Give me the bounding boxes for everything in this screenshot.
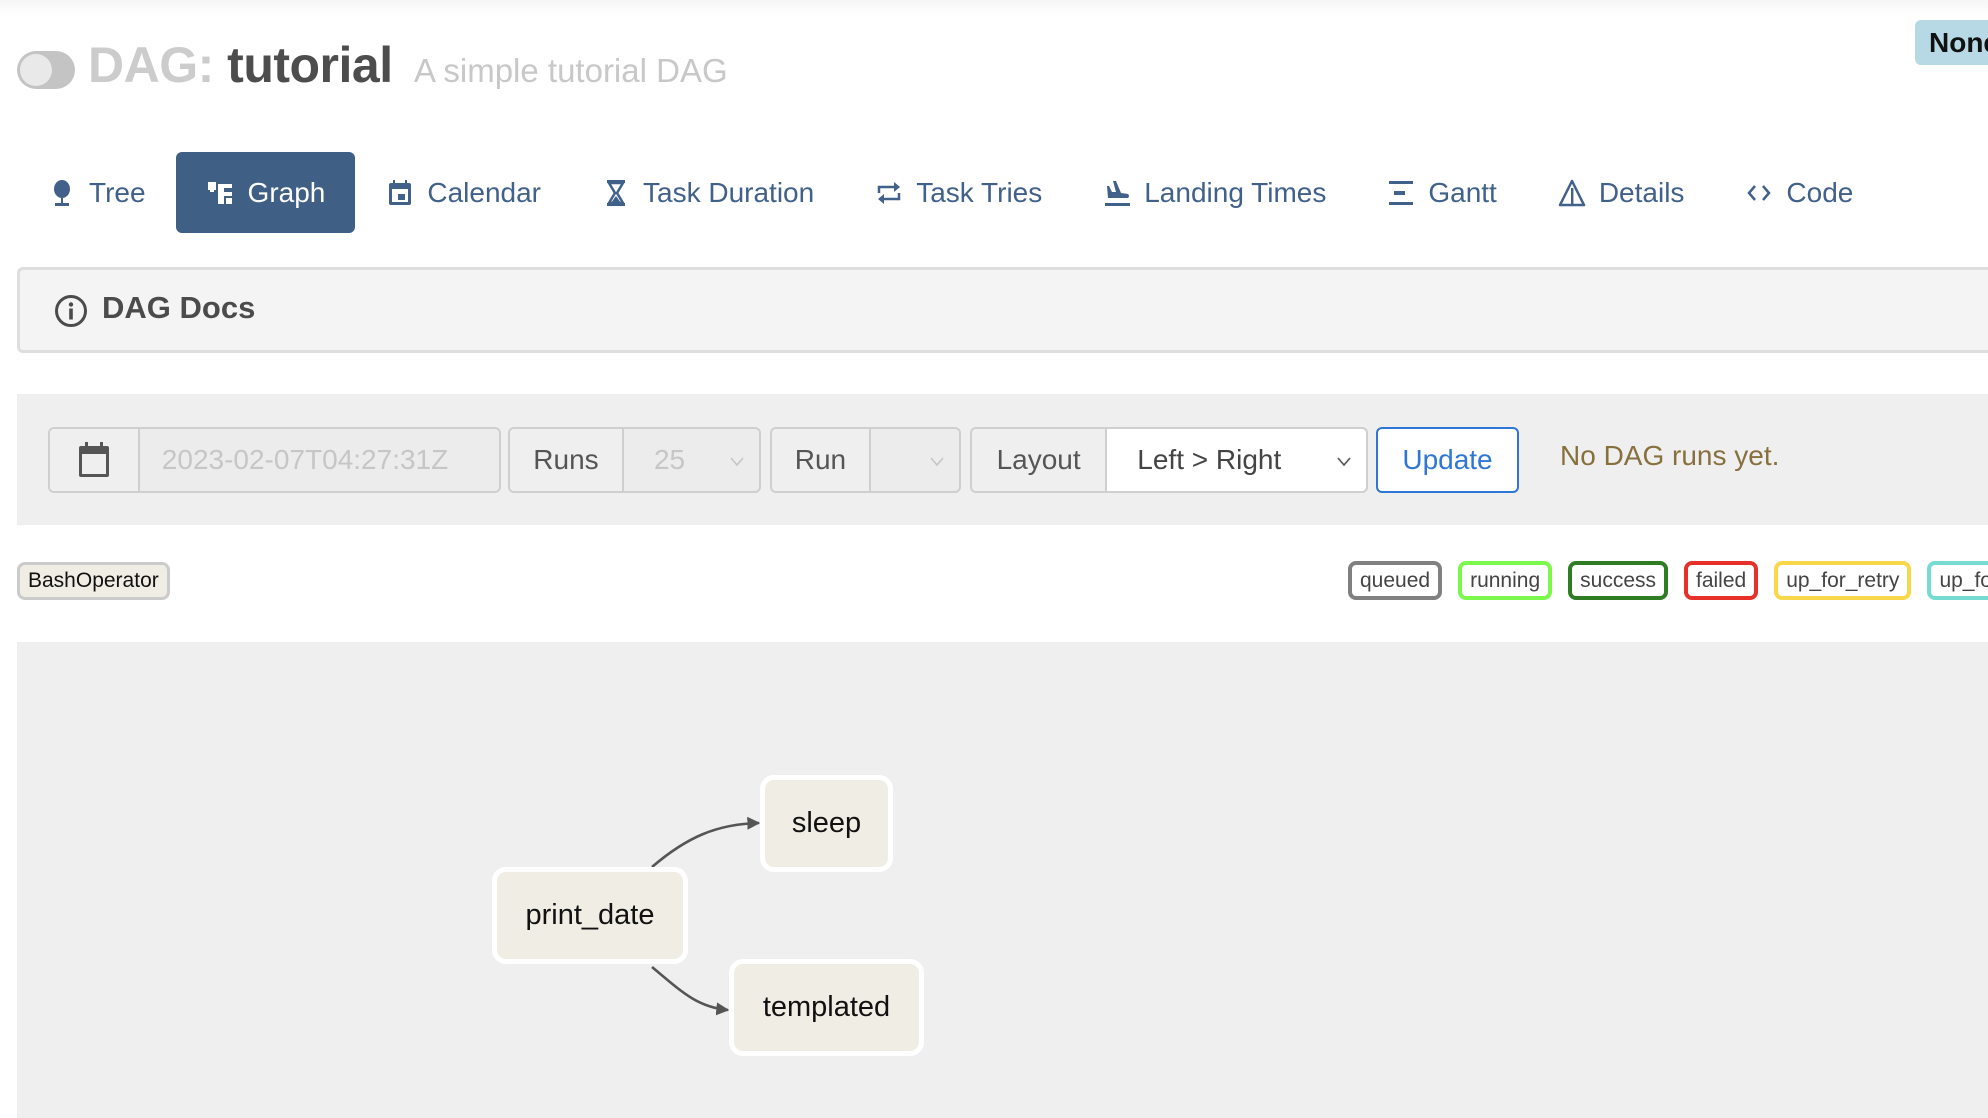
state-legend-item[interactable]: up_for_retry bbox=[1774, 561, 1912, 600]
page-title: DAG: tutorial A simple tutorial DAG bbox=[88, 36, 728, 94]
top-shadow bbox=[0, 0, 1988, 16]
dag-description: A simple tutorial DAG bbox=[414, 52, 728, 89]
schedule-badge: None bbox=[1915, 20, 1988, 65]
calendar-icon bbox=[78, 442, 109, 477]
layout-value: Left > Right bbox=[1137, 444, 1282, 475]
dag-pause-toggle[interactable] bbox=[17, 51, 75, 89]
state-legend-item[interactable]: running bbox=[1458, 561, 1553, 600]
retry-icon bbox=[874, 178, 904, 208]
graph-edges bbox=[651, 816, 761, 1016]
runs-group: Runs 25 bbox=[508, 427, 761, 493]
status-message: No DAG runs yet. bbox=[1560, 440, 1780, 471]
code-icon bbox=[1744, 178, 1774, 208]
state-legend-item[interactable]: failed bbox=[1684, 561, 1759, 600]
tab-task-tries[interactable]: Task Tries bbox=[844, 152, 1072, 233]
tab-calendar[interactable]: Calendar bbox=[355, 152, 571, 233]
update-button[interactable]: Update bbox=[1376, 427, 1519, 493]
layout-select[interactable]: Left > Right bbox=[1107, 429, 1366, 491]
info-icon bbox=[55, 295, 87, 327]
graph-icon bbox=[206, 178, 236, 208]
layout-group: Layout Left > Right bbox=[970, 427, 1368, 493]
toggle-knob bbox=[20, 54, 52, 86]
calendar-icon bbox=[385, 178, 415, 208]
tab-label: Gantt bbox=[1428, 176, 1497, 208]
run-label: Run bbox=[772, 429, 871, 491]
runs-label: Runs bbox=[510, 429, 624, 491]
chevron-down-icon bbox=[730, 457, 744, 467]
tab-landing-times[interactable]: Landing Times bbox=[1072, 152, 1356, 233]
tab-gantt[interactable]: Gantt bbox=[1356, 152, 1526, 233]
runs-value: 25 bbox=[653, 444, 686, 475]
runs-select[interactable]: 25 bbox=[624, 429, 759, 491]
tab-graph[interactable]: Graph bbox=[175, 152, 356, 233]
plane-landing-icon bbox=[1102, 178, 1132, 208]
edge-print_date-templated bbox=[651, 966, 730, 1016]
base-date-group: 2023-02-07T04:27:31Z bbox=[48, 427, 501, 493]
run-group: Run bbox=[770, 427, 961, 493]
chevron-down-icon bbox=[930, 457, 944, 467]
warning-triangle-icon bbox=[1557, 178, 1587, 208]
tab-label: Details bbox=[1598, 176, 1685, 208]
state-legend: queued running success failed up_for_ret… bbox=[1348, 561, 1988, 600]
state-legend-item[interactable]: up_fo bbox=[1927, 561, 1988, 600]
dag-graph-canvas[interactable]: print_date sleep templated bbox=[17, 642, 1988, 1118]
dag-docs-label: DAG Docs bbox=[102, 290, 256, 325]
operator-legend-bashoperator: BashOperator bbox=[17, 562, 170, 600]
tab-label: Tree bbox=[89, 176, 146, 208]
gantt-icon bbox=[1386, 178, 1416, 208]
chevron-down-icon bbox=[1337, 457, 1351, 467]
run-select[interactable] bbox=[871, 429, 959, 491]
hourglass-icon bbox=[601, 178, 631, 208]
base-date-input[interactable]: 2023-02-07T04:27:31Z bbox=[140, 429, 499, 491]
state-legend-item[interactable]: queued bbox=[1348, 561, 1443, 600]
dag-view-tabs: Tree Graph Calendar Task Duration Task T… bbox=[17, 152, 1883, 233]
edge-print_date-sleep bbox=[651, 816, 761, 868]
tab-details[interactable]: Details bbox=[1527, 152, 1715, 233]
task-node-sleep[interactable]: sleep bbox=[760, 775, 893, 872]
tab-label: Calendar bbox=[427, 176, 542, 208]
dag-id: tutorial bbox=[227, 37, 393, 93]
tree-icon bbox=[47, 178, 77, 208]
task-node-templated[interactable]: templated bbox=[729, 959, 924, 1056]
dag-docs-panel[interactable]: DAG Docs bbox=[17, 267, 1988, 353]
dag-prefix: DAG: bbox=[88, 37, 214, 93]
state-legend-item[interactable]: success bbox=[1568, 561, 1668, 600]
tab-label: Landing Times bbox=[1144, 176, 1327, 208]
tab-label: Graph bbox=[247, 176, 326, 208]
tab-label: Task Tries bbox=[916, 176, 1043, 208]
tab-label: Code bbox=[1786, 176, 1854, 208]
base-date-picker-button[interactable] bbox=[50, 429, 140, 491]
tab-tree[interactable]: Tree bbox=[17, 152, 176, 233]
task-node-print_date[interactable]: print_date bbox=[492, 867, 688, 964]
layout-label: Layout bbox=[972, 429, 1108, 491]
tab-code[interactable]: Code bbox=[1714, 152, 1883, 233]
tab-label: Task Duration bbox=[643, 176, 815, 208]
tab-task-duration[interactable]: Task Duration bbox=[571, 152, 844, 233]
